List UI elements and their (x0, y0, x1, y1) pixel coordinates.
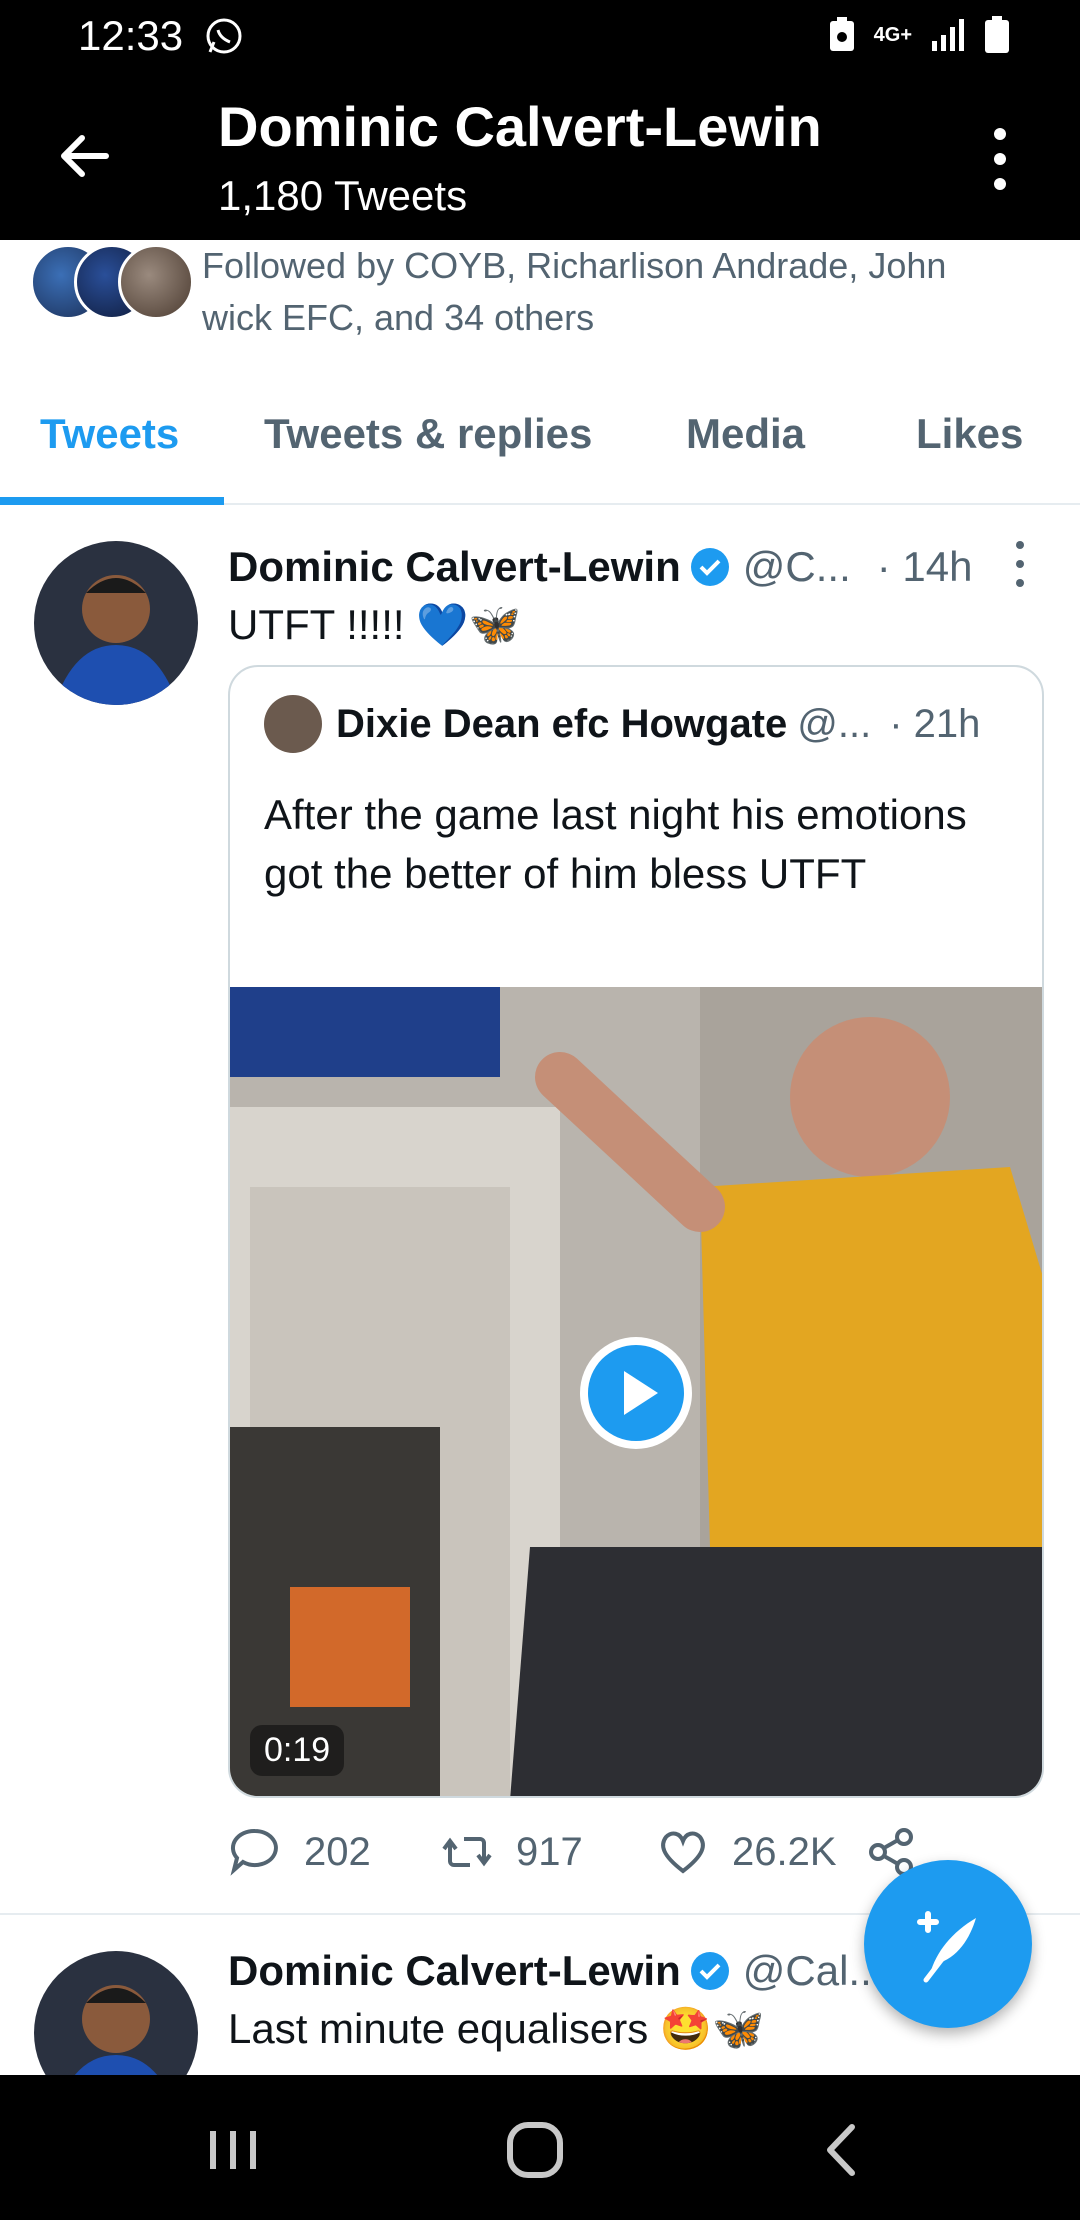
tweet-text: Last minute equalisers 🤩🦋 (228, 2005, 765, 2052)
home-icon[interactable] (500, 2115, 570, 2185)
quoted-tweet-header: Dixie Dean efc Howgate @... · 21h (264, 695, 980, 753)
back-arrow-icon[interactable] (54, 126, 114, 186)
tweet[interactable]: Dominic Calvert-Lewin @C... · 14h UTFT !… (0, 505, 1080, 1915)
heart-icon (661, 1831, 705, 1874)
quoted-tweet-time: · 21h (889, 701, 981, 746)
back-icon[interactable] (806, 2115, 876, 2185)
tweet-time: · 14h (876, 543, 973, 590)
whatsapp-icon (206, 18, 242, 54)
status-time: 12:33 (78, 12, 184, 59)
tab-tweets-and-replies[interactable]: Tweets & replies (264, 410, 592, 458)
retweet-count: 917 (516, 1829, 583, 1874)
tweet-text: UTFT !!!!! 💙🦋 (228, 601, 521, 648)
avatar (118, 244, 194, 320)
author-name[interactable]: Dominic Calvert-Lewin (228, 543, 681, 591)
more-vertical-icon[interactable] (980, 124, 1020, 194)
compose-tweet-button[interactable] (864, 1860, 1032, 2028)
followed-by-text: Followed by COYB, Richarlison Andrade, J… (202, 245, 947, 338)
page-title: Dominic Calvert-Lewin (218, 95, 822, 158)
reply-icon (230, 1828, 278, 1876)
play-button-icon[interactable] (576, 1333, 696, 1453)
network-type: 4G+ (873, 23, 912, 46)
verified-badge-icon (690, 548, 729, 586)
avatar[interactable] (34, 1951, 198, 2075)
followed-by-section[interactable]: Followed by COYB, Richarlison Andrade, J… (0, 240, 1080, 350)
more-vertical-icon[interactable] (1008, 539, 1032, 589)
quoted-author-name: Dixie Dean efc Howgate (336, 701, 788, 746)
tab-tweets[interactable]: Tweets (40, 410, 179, 458)
profile-header: Dominic Calvert-Lewin 1,180 Tweets (0, 72, 1080, 240)
tab-likes[interactable]: Likes (916, 410, 1023, 458)
tab-media[interactable]: Media (686, 410, 805, 458)
like-button[interactable]: 26.2K (656, 1825, 837, 1879)
save-icon (829, 17, 854, 51)
status-bar: 12:33 4G+ (0, 0, 1080, 72)
author-name[interactable]: Dominic Calvert-Lewin (228, 1947, 681, 1995)
battery-icon (985, 16, 1009, 53)
system-nav-bar (0, 2075, 1080, 2220)
verified-badge-icon (690, 1952, 729, 1990)
signal-icon (932, 19, 964, 51)
retweet-button[interactable]: 917 (440, 1825, 583, 1879)
reply-count: 202 (304, 1829, 371, 1874)
retweet-icon (442, 1837, 492, 1867)
quoted-tweet[interactable]: Dixie Dean efc Howgate @... · 21h After … (228, 665, 1044, 1798)
like-count: 26.2K (732, 1829, 837, 1874)
active-tab-indicator (0, 497, 224, 505)
tweet-count: 1,180 Tweets (218, 172, 468, 219)
avatar (264, 695, 322, 753)
video-player[interactable]: 0:19 (230, 987, 1042, 1796)
video-duration: 0:19 (250, 1725, 345, 1776)
tweet-header: Dominic Calvert-Lewin @Cal... (228, 1947, 883, 1995)
tweet-header: Dominic Calvert-Lewin @C... · 14h (228, 543, 972, 591)
quoted-author-handle: @... (797, 701, 872, 746)
quoted-tweet-text: After the game last night his emotions g… (264, 791, 967, 897)
follower-avatars (30, 244, 194, 324)
reply-button[interactable]: 202 (228, 1825, 371, 1879)
avatar[interactable] (34, 541, 198, 705)
author-handle[interactable]: @C... (743, 543, 851, 591)
compose-feather-icon (917, 1911, 976, 1983)
author-handle[interactable]: @Cal... (743, 1947, 884, 1995)
profile-tabs: Tweets Tweets & replies Media Likes (0, 375, 1080, 505)
recent-apps-icon[interactable] (198, 2115, 268, 2185)
